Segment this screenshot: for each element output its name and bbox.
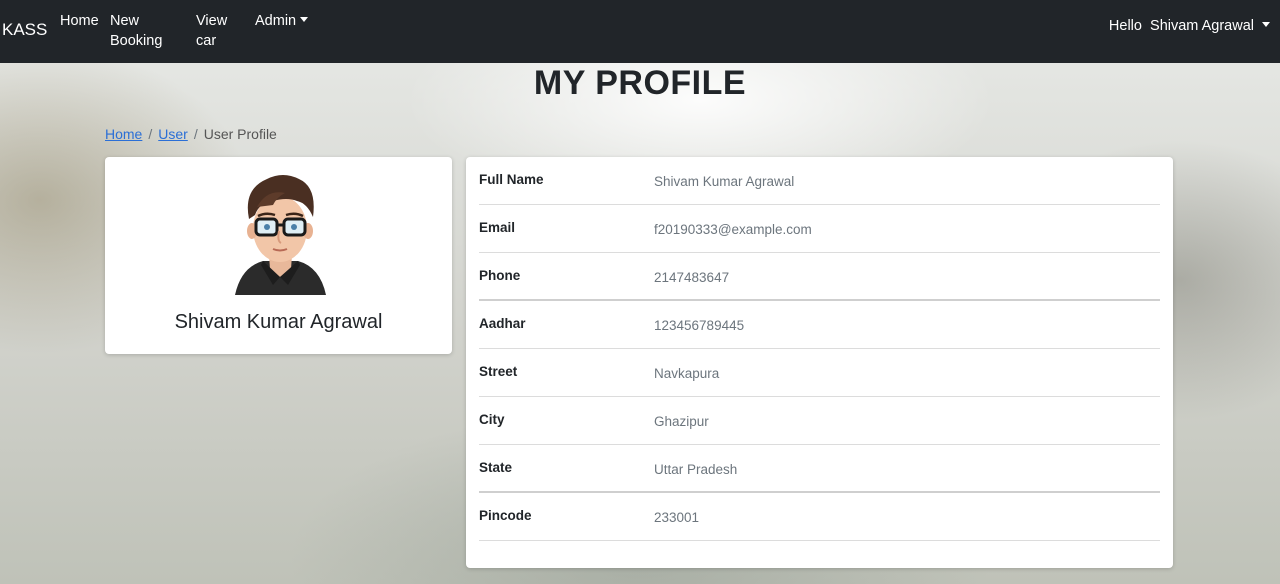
user-avatar-illustration <box>235 175 326 295</box>
profile-row-street: Street Navkapura <box>479 349 1160 397</box>
field-value: Ghazipur <box>654 414 709 429</box>
breadcrumb-separator: / <box>193 126 198 142</box>
breadcrumb-user-link[interactable]: User <box>158 126 188 142</box>
caret-down-icon <box>1262 21 1270 27</box>
breadcrumb-current: User Profile <box>203 126 277 142</box>
breadcrumb: Home / User / User Profile <box>105 126 277 142</box>
field-value: 233001 <box>654 510 700 525</box>
nav-view-car-link[interactable]: View car <box>196 11 236 51</box>
profile-row-full-name: Full Name Shivam Kumar Agrawal <box>479 157 1160 205</box>
field-label: Pincode <box>479 508 532 523</box>
profile-row-pincode: Pincode 233001 <box>479 493 1160 541</box>
field-label: Full Name <box>479 172 544 187</box>
caret-down-icon <box>300 16 309 22</box>
brand-logo[interactable]: KASS <box>2 20 47 40</box>
field-value: 2147483647 <box>654 270 730 285</box>
profile-row-city: City Ghazipur <box>479 397 1160 445</box>
field-label: Phone <box>479 268 521 283</box>
field-value: Uttar Pradesh <box>654 462 738 477</box>
nav-admin-dropdown[interactable]: Admin <box>255 11 309 31</box>
field-label: State <box>479 460 513 475</box>
field-value: f20190333@example.com <box>654 222 812 237</box>
field-label: Aadhar <box>479 316 526 331</box>
field-label: Email <box>479 220 516 235</box>
profile-row-phone: Phone 2147483647 <box>479 253 1160 301</box>
profile-avatar-card: Shivam Kumar Agrawal <box>105 157 452 354</box>
profile-display-name: Shivam Kumar Agrawal <box>174 311 383 333</box>
field-value: 123456789445 <box>654 318 745 333</box>
field-label: City <box>479 412 505 427</box>
user-greeting: Hello Shivam Agrawal <box>1108 18 1254 34</box>
nav-new-booking-link[interactable]: New Booking <box>110 11 170 51</box>
page-title: MY PROFILE <box>533 64 747 102</box>
field-value: Shivam Kumar Agrawal <box>654 174 795 189</box>
user-menu-dropdown[interactable]: Hello Shivam Agrawal <box>1109 18 1270 34</box>
profile-row-state: State Uttar Pradesh <box>479 445 1160 493</box>
profile-row-aadhar: Aadhar 123456789445 <box>479 301 1160 349</box>
profile-row-email: Email f20190333@example.com <box>479 205 1160 253</box>
field-value: Navkapura <box>654 366 720 381</box>
breadcrumb-home-link[interactable]: Home <box>105 126 142 142</box>
breadcrumb-separator: / <box>148 126 153 142</box>
field-label: Street <box>479 364 518 379</box>
nav-admin-label: Admin <box>255 13 297 29</box>
profile-details-card: Full Name Shivam Kumar Agrawal Email f20… <box>466 157 1173 568</box>
top-navbar: KASS Home New Booking View car Admin Hel… <box>0 0 1280 63</box>
nav-home-link[interactable]: Home <box>60 11 99 31</box>
